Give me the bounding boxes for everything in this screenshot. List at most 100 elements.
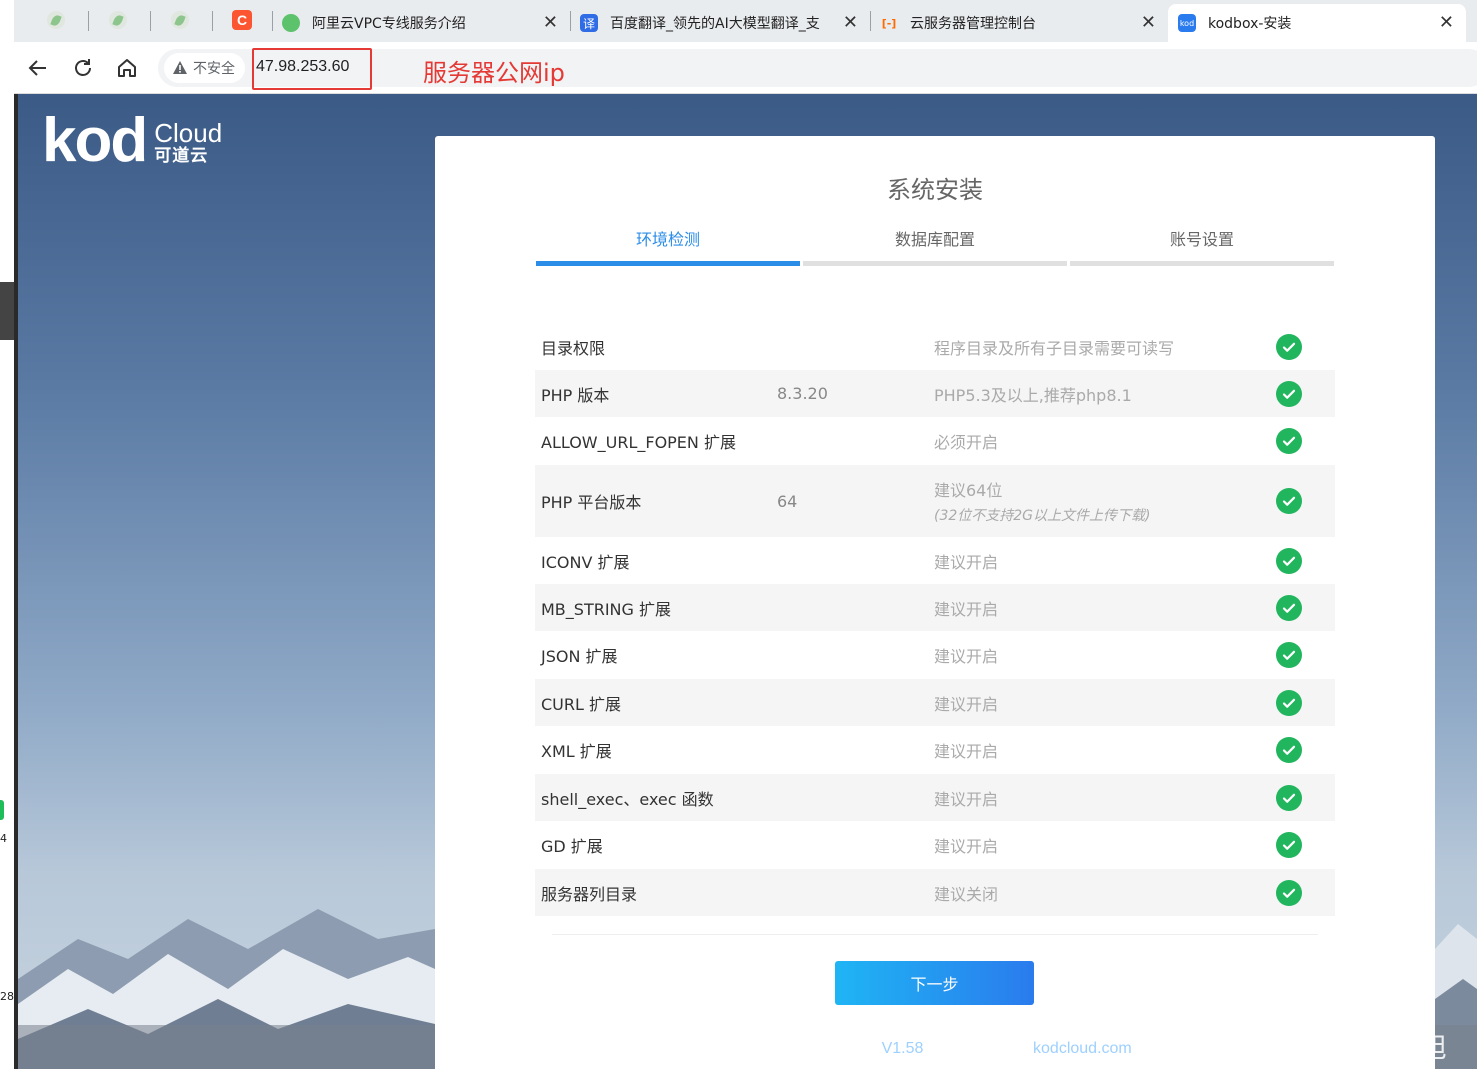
close-icon[interactable]: ✕ [1141, 12, 1156, 33]
check-ok-icon [1276, 488, 1302, 514]
check-requirement-text: 建议开启 [934, 742, 999, 761]
pinned-tab-csdn[interactable]: C [230, 8, 254, 32]
logo-kod: kod [42, 106, 148, 175]
check-value: 8.3.20 [777, 384, 828, 403]
check-requirement-text: 程序目录及所有子目录需要可读写 [934, 338, 1175, 358]
warning-icon [173, 61, 187, 74]
close-icon[interactable]: ✕ [843, 12, 858, 33]
check-name: ICONV 扩展 [541, 552, 630, 572]
home-button[interactable] [113, 54, 141, 82]
footer-dot: . [1131, 1040, 1137, 1057]
background-window-edge: 4 28 [0, 0, 14, 1069]
divider [552, 934, 1318, 935]
tab-title: 云服务器管理控制台 [910, 16, 1036, 32]
check-requirement-text: 建议64位 [934, 481, 1003, 500]
footer-credits: Powered by kodbox V1.58 | Copyright © ko… [726, 1040, 1136, 1058]
leaf-icon [171, 11, 189, 29]
install-page: kod Cloud 可道云 系统安装 环境检测 数据库配置 账号设置 目录权限 程… [18, 94, 1477, 1069]
tab-title: kodbox-安装 [1208, 16, 1292, 32]
check-name: shell_exec、exec 函数 [541, 789, 714, 809]
check-requirement-text: 建议关闭 [934, 884, 999, 904]
check-row: JSON 扩展 建议开启 [535, 631, 1335, 679]
annotation-highlight-box [252, 48, 372, 90]
check-requirement-text: 建议开启 [934, 837, 999, 856]
check-name: 服务器列目录 [541, 884, 638, 904]
install-card: 系统安装 环境检测 数据库配置 账号设置 目录权限 程序目录及所有子目录需要可读写… [435, 136, 1435, 1069]
check-name: MB_STRING 扩展 [541, 599, 672, 619]
tab-aliyun-vpc[interactable]: 阿里云VPC专线服务介绍 ✕ [272, 4, 570, 42]
step-env-check[interactable]: 环境检测 [536, 226, 800, 266]
csdn-watermark: CSDN @孙克旭 [1246, 1031, 1447, 1064]
check-requirement: 建议开启 [934, 786, 998, 810]
browser-toolbar: 不安全 47.98.253.60 [14, 42, 1477, 94]
check-ok-icon [1276, 594, 1302, 621]
check-ok-icon [1276, 832, 1302, 858]
check-ok-icon [1276, 380, 1302, 407]
footer-copyright: Copyright © [936, 1040, 1029, 1057]
home-icon [118, 59, 136, 77]
tab-kodbox-install[interactable]: kod kodbox-安装 ✕ [1168, 4, 1466, 42]
security-label: 不安全 [193, 61, 235, 77]
check-requirement: 建议开启 [934, 596, 998, 620]
check-name: XML 扩展 [541, 742, 612, 761]
reload-button[interactable] [69, 54, 97, 82]
check-ok-icon [1276, 428, 1302, 454]
check-row: ICONV 扩展 建议开启 [535, 537, 1335, 584]
browser-tab-bar: C 阿里云VPC专线服务介绍 ✕ 译 百度翻译_领先的AI大模型翻译_支 ✕ [… [14, 0, 1477, 42]
close-icon[interactable]: ✕ [1439, 12, 1454, 33]
close-icon[interactable]: ✕ [543, 12, 558, 33]
check-requirement-note: (32位不支持2G以上文件上传下载) [934, 508, 1151, 524]
check-ok-icon [1276, 642, 1302, 668]
check-ok-icon [1276, 547, 1302, 574]
check-name: CURL 扩展 [541, 694, 622, 714]
step-database-config[interactable]: 数据库配置 [803, 226, 1067, 266]
check-requirement: PHP5.3及以上,推荐php8.1 [934, 382, 1132, 406]
check-requirement-text: 建议开启 [934, 647, 999, 666]
footer-powered: Powered by kodbox [726, 1040, 878, 1057]
check-name: PHP 平台版本 [541, 493, 642, 512]
check-requirement-text: 建议开启 [934, 789, 999, 809]
next-step-button[interactable]: 下一步 [835, 961, 1034, 1005]
footer-site-link[interactable]: kodcloud.com [1033, 1040, 1132, 1057]
check-name: 目录权限 [541, 338, 606, 358]
step-progress-bar [536, 261, 800, 266]
env-check-list: 目录权限 程序目录及所有子目录需要可读写 PHP 版本 8.3.20 PHP5.3及以上… [535, 323, 1335, 916]
check-requirement: 程序目录及所有子目录需要可读写 [934, 335, 1174, 359]
check-ok-icon [1276, 737, 1302, 763]
security-indicator[interactable]: 不安全 [164, 53, 245, 83]
background-edge-text: 4 [0, 832, 7, 845]
check-row: shell_exec、exec 函数 建议开启 [535, 774, 1335, 821]
csdn-icon: C [232, 10, 252, 30]
check-row: PHP 版本 8.3.20 PHP5.3及以上,推荐php8.1 [535, 370, 1335, 417]
page-title: 系统安装 [887, 176, 983, 204]
step-account-setup[interactable]: 账号设置 [1070, 226, 1334, 266]
tab-baidu-translate[interactable]: 译 百度翻译_领先的AI大模型翻译_支 ✕ [570, 4, 870, 42]
check-row: 服务器列目录 建议关闭 [535, 869, 1335, 916]
footer-version: V1.58 [881, 1040, 924, 1057]
check-requirement: 建议64位 (32位不支持2G以上文件上传下载) [934, 477, 1151, 525]
background-window-block [0, 282, 14, 340]
pinned-tab[interactable] [168, 8, 192, 32]
step-label: 环境检测 [635, 230, 700, 249]
step-label: 账号设置 [1169, 230, 1234, 249]
check-value: 64 [777, 491, 798, 511]
aliyun-vpc-icon [282, 14, 300, 32]
check-name: GD 扩展 [541, 837, 603, 856]
check-ok-icon [1276, 689, 1302, 716]
leaf-icon [109, 11, 127, 29]
check-row: ALLOW_URL_FOPEN 扩展 必须开启 [535, 417, 1335, 465]
pinned-tab[interactable] [44, 8, 68, 32]
kodbox-icon: kod [1178, 14, 1196, 32]
check-name: JSON 扩展 [541, 647, 618, 666]
check-requirement: 建议关闭 [934, 881, 998, 905]
step-label: 数据库配置 [894, 230, 975, 249]
leaf-icon [47, 11, 65, 29]
annotation-label: 服务器公网ip [423, 59, 565, 87]
pinned-tab[interactable] [106, 8, 130, 32]
check-requirement: 建议开启 [934, 833, 998, 857]
tab-aliyun-console[interactable]: [-] 云服务器管理控制台 ✕ [870, 4, 1168, 42]
back-button[interactable] [24, 54, 52, 82]
tab-title: 阿里云VPC专线服务介绍 [312, 16, 466, 32]
check-name: PHP 版本 [541, 385, 610, 405]
check-requirement: 建议开启 [934, 691, 998, 715]
